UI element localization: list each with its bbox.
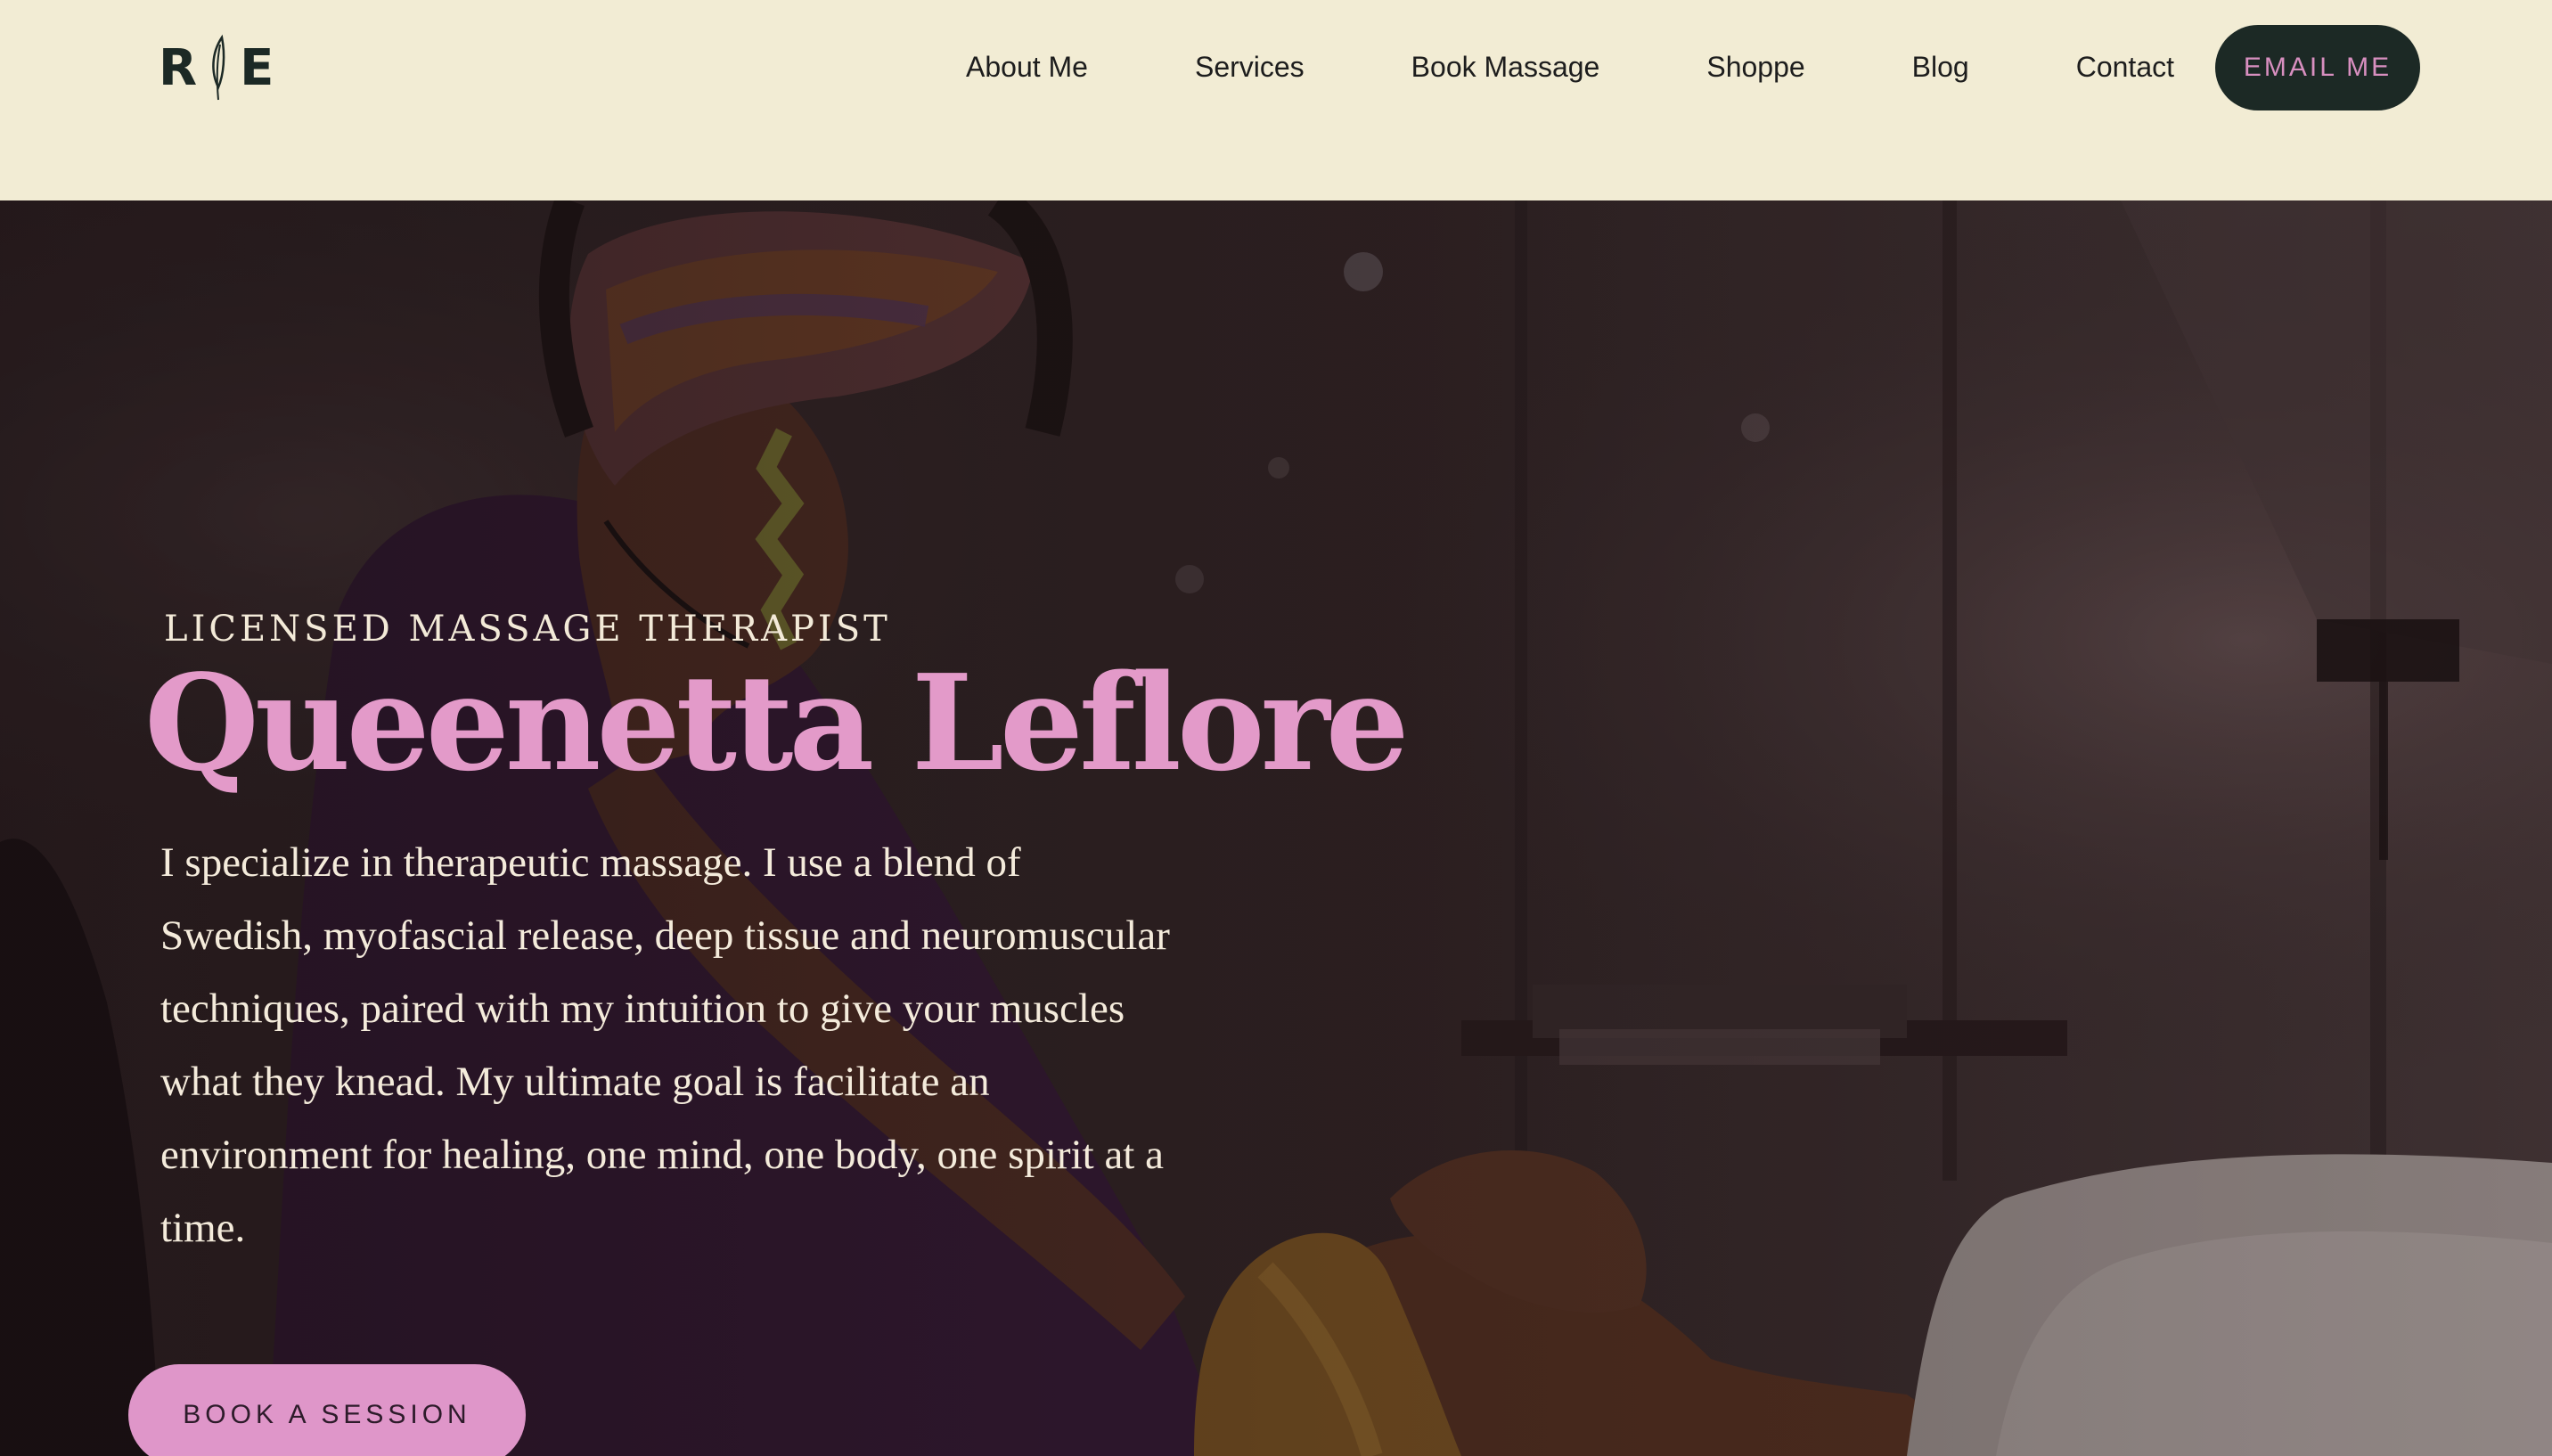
- main-nav: About Me Services Book Massage Shoppe Bl…: [966, 36, 2174, 98]
- logo-letter-e: E: [240, 38, 276, 97]
- nav-book-massage[interactable]: Book Massage: [1411, 51, 1600, 84]
- leaf-icon: [212, 34, 225, 101]
- page: R E About Me Services Book Massage Shopp…: [0, 0, 2552, 1456]
- site-header: R E About Me Services Book Massage Shopp…: [0, 0, 2552, 200]
- nav-contact[interactable]: Contact: [2076, 51, 2174, 84]
- hero-section: LICENSED MASSAGE THERAPIST Queenetta Lef…: [0, 200, 2552, 1456]
- nav-services[interactable]: Services: [1195, 51, 1305, 84]
- book-session-button[interactable]: BOOK A SESSION: [128, 1364, 526, 1456]
- hero-eyebrow: LICENSED MASSAGE THERAPIST: [164, 609, 891, 650]
- hero-name-heading: Queenetta Leflore: [144, 645, 1410, 800]
- nav-shoppe[interactable]: Shoppe: [1706, 51, 1804, 84]
- nav-blog[interactable]: Blog: [1912, 51, 1969, 84]
- site-logo[interactable]: R E: [159, 32, 275, 103]
- hero-bio: I specialize in therapeutic massage. I u…: [160, 839, 1170, 1251]
- nav-about-me[interactable]: About Me: [966, 51, 1088, 84]
- logo-letter-r: R: [159, 38, 200, 97]
- email-me-button[interactable]: EMAIL ME: [2215, 25, 2420, 110]
